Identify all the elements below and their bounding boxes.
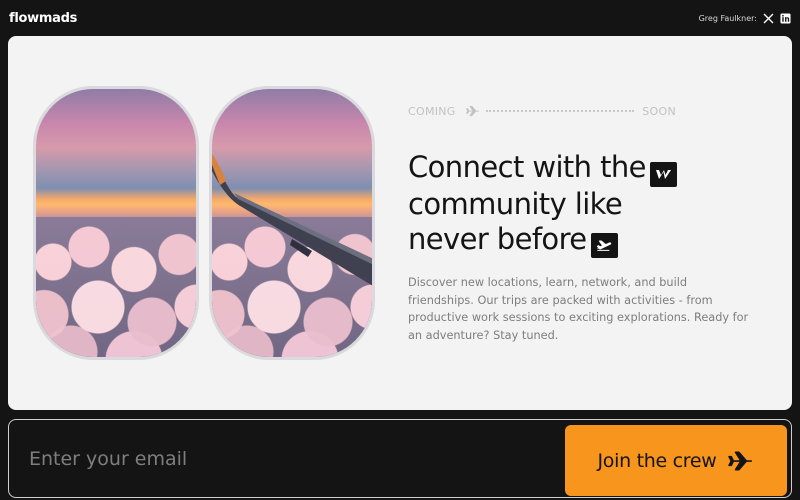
airplane-wing-icon [212, 153, 372, 286]
headline-line-1: Connect with the [408, 150, 646, 184]
dotted-divider [485, 110, 635, 112]
x-icon[interactable] [763, 13, 774, 24]
author-credits: Greg Faulkner: [698, 12, 791, 24]
author-name: Greg Faulkner: [698, 13, 757, 23]
airplane-wing-photo [209, 86, 375, 360]
soon-label: SOON [642, 104, 676, 118]
hero-card: COMING SOON Connect with the community l… [8, 36, 792, 410]
headline-line-2: community like [408, 187, 623, 221]
brand-logo[interactable]: flowmads [9, 11, 77, 26]
headline-line-3: never before [408, 222, 587, 256]
airplane-icon [465, 105, 480, 117]
join-crew-button[interactable]: Join the crew [565, 425, 787, 496]
sunset-clouds-photo [33, 86, 199, 360]
airplane-icon [728, 450, 754, 472]
coming-soon-indicator: COMING SOON [408, 104, 676, 118]
hero-description: Discover new locations, learn, network, … [408, 276, 749, 342]
signup-bar: Join the crew [8, 419, 792, 498]
webflow-icon [649, 162, 677, 187]
join-button-label: Join the crew [597, 449, 717, 472]
hero-headline: Connect with the community like never be… [408, 150, 768, 258]
airplane-takeoff-icon [590, 232, 618, 258]
top-bar: flowmads Greg Faulkner: [0, 0, 800, 36]
linkedin-icon[interactable] [780, 12, 791, 24]
coming-label: COMING [408, 104, 456, 118]
email-input[interactable] [29, 420, 549, 497]
